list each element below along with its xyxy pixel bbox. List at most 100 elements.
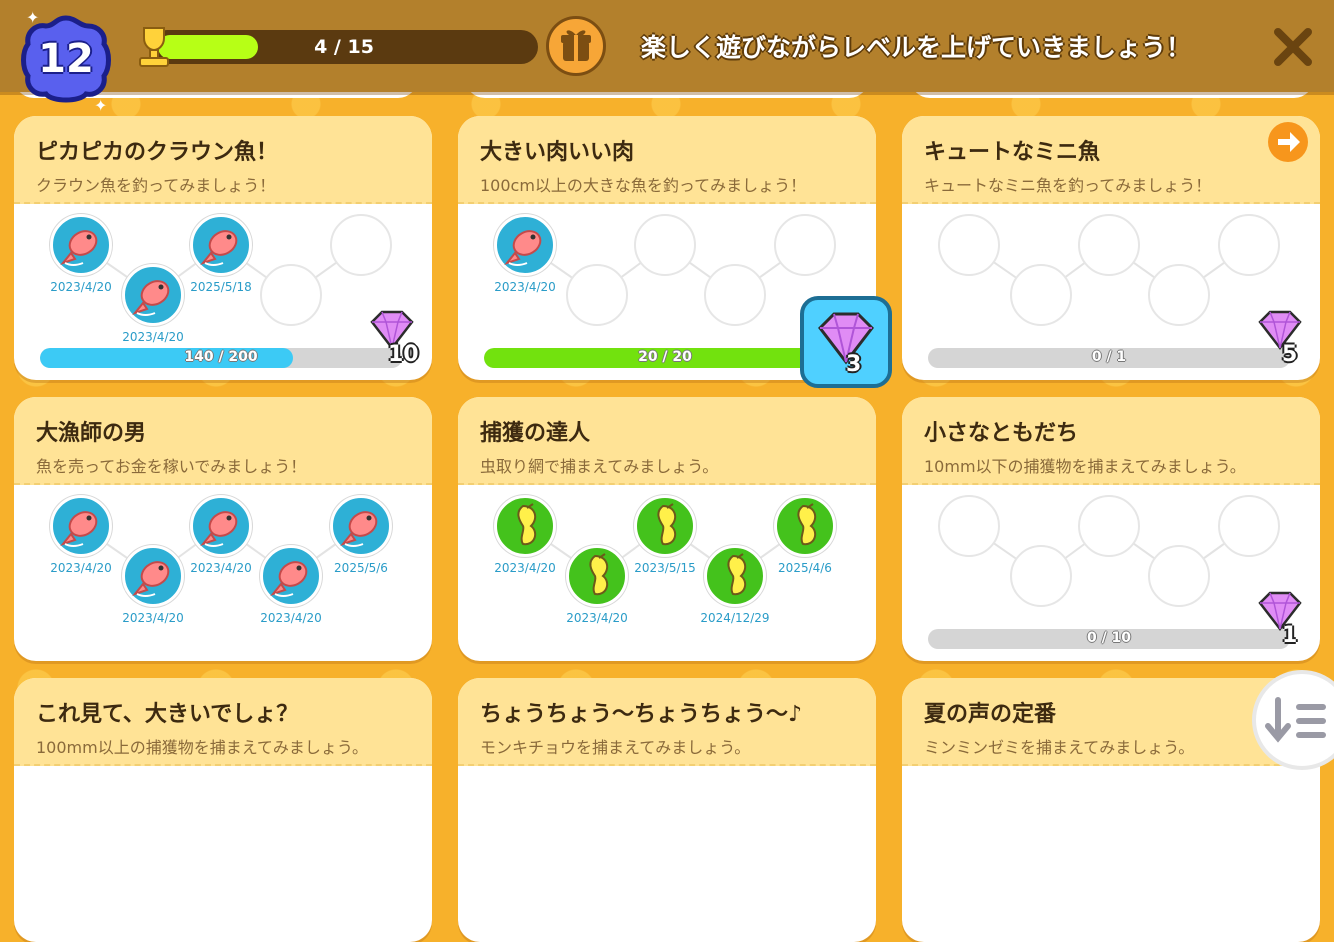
reward-count: 10 bbox=[388, 342, 419, 367]
empty-slot bbox=[1218, 495, 1280, 557]
slot-date: 2025/5/18 bbox=[190, 280, 252, 294]
fish-icon bbox=[60, 511, 98, 547]
mission-card[interactable]: 大漁師の男 魚を売ってお金を稼いでみましょう！ 2023/4/20 2023/4/20… bbox=[14, 397, 432, 661]
claim-reward-button[interactable]: 3 bbox=[800, 296, 892, 388]
next-arrow-button[interactable] bbox=[1268, 122, 1308, 162]
fish-icon bbox=[132, 280, 170, 316]
butterfly-icon bbox=[657, 503, 677, 546]
bug-stamp bbox=[774, 495, 836, 557]
slot-date: 2025/5/6 bbox=[334, 561, 388, 575]
mission-card[interactable]: 小さなともだち 10mm以下の捕獲物を捕まえてみましょう。 0 / 10 1 bbox=[902, 397, 1320, 661]
gift-button[interactable] bbox=[546, 16, 606, 76]
xp-progress-text: 4 / 15 bbox=[314, 36, 374, 58]
mission-card-header: ちょうちょう～ちょうちょう～♪ モンキチョウを捕まえてみましょう。 bbox=[458, 678, 876, 766]
header-message: 楽しく遊びながらレベルを上げていきましょう！ bbox=[640, 33, 1191, 62]
mission-card[interactable]: ピカピカのクラウン魚！ クラウン魚を釣ってみましょう！ 2023/4/20 2023/… bbox=[14, 116, 432, 380]
slot-date: 2023/4/20 bbox=[494, 561, 556, 575]
mission-description: ミンミンゼミを捕まえてみましょう。 bbox=[924, 738, 1195, 757]
empty-slot bbox=[330, 214, 392, 276]
empty-slot bbox=[938, 214, 1000, 276]
mission-card[interactable]: 捕獲の達人 虫取り網で捕まえてみましょう。 2023/4/20 2023/4/20 20… bbox=[458, 397, 876, 661]
slot-date: 2023/4/20 bbox=[566, 611, 628, 625]
empty-slot bbox=[1078, 214, 1140, 276]
fish-icon bbox=[270, 561, 308, 597]
mission-card-header: これ見て、大きいでしょ？ 100mm以上の捕獲物を捕まえてみましょう。 bbox=[14, 678, 432, 766]
empty-slot bbox=[1010, 264, 1072, 326]
fish-icon bbox=[340, 511, 378, 547]
butterfly-icon bbox=[727, 553, 747, 596]
fish-icon bbox=[132, 561, 170, 597]
slot-date: 2023/4/20 bbox=[494, 280, 556, 294]
slot-date: 2023/4/20 bbox=[122, 330, 184, 344]
mission-progress-bar: 0 / 1 bbox=[928, 348, 1290, 368]
empty-slot bbox=[260, 264, 322, 326]
gem-icon bbox=[1254, 589, 1306, 633]
empty-slot bbox=[1010, 545, 1072, 607]
mission-progress-text: 0 / 10 bbox=[1086, 630, 1132, 646]
fish-icon bbox=[200, 230, 238, 266]
empty-slot bbox=[1148, 264, 1210, 326]
empty-slot bbox=[634, 214, 696, 276]
header-bar: 4 / 15 楽しく遊びながらレベルを上げていきましょう！ bbox=[0, 0, 1334, 92]
level-number: 12 bbox=[38, 36, 94, 82]
empty-slot bbox=[774, 214, 836, 276]
reward-count: 3 bbox=[846, 352, 862, 377]
sort-icon bbox=[1265, 697, 1326, 743]
slot-date: 2023/4/20 bbox=[260, 611, 322, 625]
empty-slot bbox=[938, 495, 1000, 557]
slot-date: 2024/12/29 bbox=[700, 611, 770, 625]
level-badge: 12 bbox=[18, 14, 114, 106]
mission-description: 100mm以上の捕獲物を捕まえてみましょう。 bbox=[36, 738, 368, 757]
close-icon bbox=[1274, 28, 1312, 66]
bug-stamp bbox=[634, 495, 696, 557]
bug-stamp bbox=[566, 545, 628, 607]
mission-card[interactable]: キュートなミニ魚 キュートなミニ魚を釣ってみましょう！ 0 / 15 bbox=[902, 116, 1320, 380]
xp-progress-bar: 4 / 15 bbox=[150, 30, 538, 64]
slot-date: 2023/4/20 bbox=[190, 561, 252, 575]
fish-stamp bbox=[50, 495, 112, 557]
fish-stamp bbox=[122, 264, 184, 326]
fish-icon bbox=[200, 511, 238, 547]
fish-stamp bbox=[190, 214, 252, 276]
mission-progress-bar: 0 / 10 bbox=[928, 629, 1290, 649]
fish-stamp bbox=[50, 214, 112, 276]
slot-date: 2023/4/20 bbox=[50, 280, 112, 294]
trophy-icon bbox=[134, 24, 174, 70]
fish-stamp bbox=[260, 545, 322, 607]
butterfly-icon bbox=[797, 503, 817, 546]
slot-date: 2023/5/15 bbox=[634, 561, 696, 575]
mission-progress-bar: 140 / 200 bbox=[40, 348, 402, 368]
sparkle-icon: ✦ bbox=[94, 96, 108, 115]
slot-date: 2023/4/20 bbox=[50, 561, 112, 575]
mission-description: モンキチョウを捕まえてみましょう。 bbox=[480, 738, 751, 757]
mission-progress-text: 20 / 20 bbox=[638, 349, 692, 365]
mission-title: ちょうちょう～ちょうちょう～♪ bbox=[480, 702, 803, 727]
empty-slot bbox=[566, 264, 628, 326]
empty-slot bbox=[1218, 214, 1280, 276]
mission-card[interactable]: これ見て、大きいでしょ？ 100mm以上の捕獲物を捕まえてみましょう。 bbox=[14, 678, 432, 942]
fish-stamp bbox=[190, 495, 252, 557]
arrow-right-icon bbox=[1278, 132, 1300, 152]
mission-title: 夏の声の定番 bbox=[924, 702, 1057, 727]
slot-date: 2023/4/20 bbox=[122, 611, 184, 625]
bug-stamp bbox=[704, 545, 766, 607]
sparkle-icon: ✦ bbox=[26, 8, 40, 27]
fish-stamp bbox=[122, 545, 184, 607]
mission-progress-text: 140 / 200 bbox=[184, 349, 258, 365]
slot-date: 2025/4/6 bbox=[778, 561, 832, 575]
gem-icon bbox=[1254, 308, 1306, 352]
mission-card[interactable]: ちょうちょう～ちょうちょう～♪ モンキチョウを捕まえてみましょう。 bbox=[458, 678, 876, 942]
close-button[interactable] bbox=[1268, 22, 1318, 72]
reward-count: 5 bbox=[1282, 342, 1298, 367]
empty-slot bbox=[1078, 495, 1140, 557]
fish-icon bbox=[504, 230, 542, 266]
fish-icon bbox=[60, 230, 98, 266]
fish-stamp bbox=[330, 495, 392, 557]
mission-progress-text: 0 / 1 bbox=[1091, 349, 1127, 365]
reward-count: 1 bbox=[1282, 623, 1298, 648]
fish-stamp bbox=[494, 214, 556, 276]
empty-slot bbox=[704, 264, 766, 326]
sort-button[interactable] bbox=[1252, 670, 1334, 770]
butterfly-icon bbox=[517, 503, 537, 546]
gift-icon bbox=[561, 30, 591, 61]
